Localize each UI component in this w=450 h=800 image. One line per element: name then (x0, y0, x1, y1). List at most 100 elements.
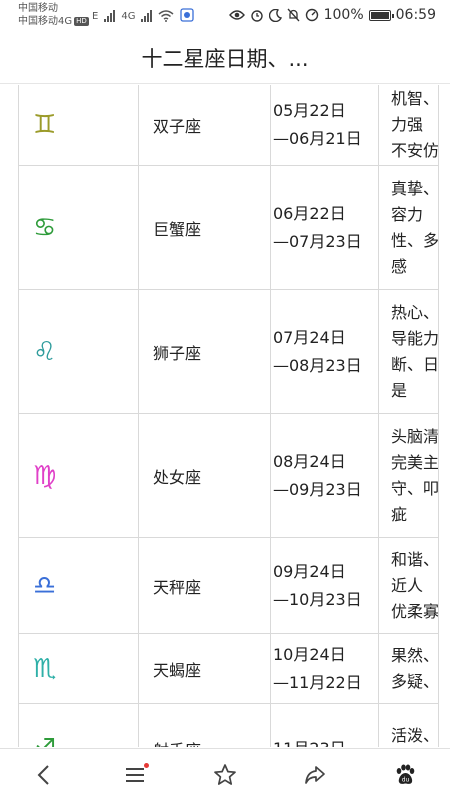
favorite-button[interactable] (205, 755, 245, 795)
wifi-icon (158, 10, 174, 22)
network-type-2: 4G (121, 11, 136, 22)
chevron-left-icon (37, 764, 49, 785)
zodiac-traits-cell: 头脑清 完美主 守、叩疵 (378, 413, 439, 538)
zodiac-traits-cell: 热心、 导能力 断、日是 (378, 289, 439, 414)
eye-icon (228, 10, 245, 20)
zodiac-name-cell: 天秤座 (138, 537, 271, 634)
page-title: 十二星座日期、... (141, 46, 309, 71)
zodiac-symbol-cell: ♋ (18, 165, 139, 290)
trait-line: 疵 (391, 504, 408, 524)
table-row: ♌ 狮子座 07月24日 —08月23日 热心、 导能力 断、日是 (18, 289, 439, 414)
zodiac-symbol-cell: ♌ (18, 289, 139, 414)
trait-line: 多疑、 (391, 671, 439, 691)
trait-line: 热心、 (391, 302, 439, 322)
zodiac-date-cell: 10月24日 —11月22日 (270, 633, 379, 704)
speed-gauge-icon (305, 8, 318, 22)
star-icon (214, 763, 236, 785)
date-start: 08月24日 (273, 451, 346, 471)
date-start: 11月23日 (273, 735, 378, 748)
table-row: ♋ 巨蟹座 06月22日 —07月23日 真挚、 容力 性、多感 (18, 165, 439, 290)
zodiac-date-cell: 06月22日 —07月23日 (270, 165, 379, 290)
trait-line: 性、多 (391, 230, 439, 250)
trait-line: 完美主 (391, 452, 439, 472)
zodiac-table-container[interactable]: ♊ 双子座 05月22日 —06月21日 机智、 力强 不安仿 ♋ 巨蟹座 06月22日 —07月2… (18, 85, 450, 747)
zodiac-symbol-cell: ♎ (18, 537, 139, 634)
trait-line: 优柔寡 (391, 601, 439, 621)
zodiac-date-cell: 11月23日 (270, 703, 379, 748)
date-start: 09月24日 (273, 561, 346, 581)
menu-button[interactable] (115, 755, 155, 795)
zodiac-symbol-icon: ♌ (33, 336, 57, 367)
zodiac-date-cell: 07月24日 —08月23日 (270, 289, 379, 414)
table-row: ♐ 射手座11月23日活泼、开明 (18, 703, 439, 748)
svg-text:du: du (402, 776, 410, 783)
zodiac-name-cell: 射手座 (138, 703, 271, 747)
zodiac-symbol-cell: ♐ (18, 703, 139, 748)
zodiac-symbol-cell: ♊ (18, 85, 139, 166)
trait-line: 守、叩 (391, 478, 439, 498)
share-icon (305, 765, 325, 784)
date-end: —06月21日 (273, 128, 362, 148)
zodiac-date-cell: 09月24日 —10月23日 (270, 537, 379, 634)
zodiac-symbol-icon: ♋ (33, 212, 57, 243)
date-start: 05月22日 (273, 100, 346, 120)
date-end: —11月22日 (273, 672, 362, 692)
battery-percent: 100% (323, 7, 364, 23)
date-end: —10月23日 (273, 589, 362, 609)
carrier-info: 中国移动 中国移动4G HD (18, 2, 89, 28)
back-button[interactable] (25, 755, 65, 795)
date-start: 06月22日 (273, 203, 346, 223)
zodiac-date-cell: 05月22日 —06月21日 (270, 85, 379, 166)
date-start: 10月24日 (273, 644, 346, 664)
clock-time: 06:59 (395, 7, 436, 23)
network-type-1: E (92, 11, 99, 22)
trait-line: 不安仿 (391, 140, 439, 160)
status-right: 100% 06:59 (228, 7, 436, 23)
table-row: ♍ 处女座 08月24日 —09月23日 头脑清 完美主 守、叩疵 (18, 413, 439, 538)
trait-line: 感 (391, 256, 408, 276)
signal-indicators: E 4G (92, 8, 195, 22)
table-row: ♎ 天秤座 09月24日 —10月23日 和谐、 近人 优柔寡 (18, 537, 439, 634)
trait-line: 是 (391, 380, 408, 400)
zodiac-symbol-cell: ♏ (18, 633, 139, 704)
zodiac-symbol-icon: ♊ (33, 109, 57, 140)
zodiac-traits-cell: 机智、 力强 不安仿 (378, 85, 439, 166)
trait-line: 近人 (391, 575, 424, 595)
baidu-paw-icon: du (396, 764, 415, 784)
zodiac-symbol-cell: ♍ (18, 413, 139, 538)
zodiac-traits-cell: 和谐、 近人 优柔寡 (378, 537, 439, 634)
signal-1-icon (104, 10, 116, 22)
zodiac-name-cell: 双子座 (138, 85, 271, 166)
baidu-button[interactable]: du (385, 755, 425, 795)
carrier-2: 中国移动4G (18, 16, 73, 27)
zodiac-symbol-icon: ♏ (33, 653, 57, 684)
table-row: ♏ 天蝎座 10月24日 —11月22日 果然、 多疑、 (18, 633, 439, 704)
trait-line: 机智、 (391, 88, 439, 108)
trait-line: 导能力 (391, 328, 439, 348)
app-notification-icon (180, 8, 195, 22)
trait-line: 真挚、 (391, 178, 439, 198)
zodiac-table: ♊ 双子座 05月22日 —06月21日 机智、 力强 不安仿 ♋ 巨蟹座 06月22日 —07月2… (18, 85, 439, 747)
trait-line: 果然、 (391, 645, 439, 665)
trait-line: 和谐、 (391, 549, 439, 569)
zodiac-symbol-icon: ♎ (33, 570, 57, 601)
battery-icon (368, 9, 394, 21)
zodiac-name-cell: 处女座 (138, 413, 271, 538)
date-end: —07月23日 (273, 231, 362, 251)
trait-line: 力强 (391, 114, 424, 134)
mute-bell-icon (287, 8, 300, 22)
alarm-icon (250, 10, 263, 22)
share-button[interactable] (295, 755, 335, 795)
date-end: —09月23日 (273, 479, 362, 499)
title-bar: 十二星座日期、... (0, 32, 450, 84)
date-end: —08月23日 (273, 355, 362, 375)
status-bar: 中国移动 中国移动4G HD E 4G 100% 06:59 (0, 0, 450, 32)
moon-icon (268, 8, 282, 22)
zodiac-date-cell: 08月24日 —09月23日 (270, 413, 379, 538)
date-start: 07月24日 (273, 327, 346, 347)
zodiac-traits-cell: 果然、 多疑、 (378, 633, 439, 704)
bottom-nav: du (0, 748, 450, 800)
zodiac-symbol-icon: ♐ (33, 734, 56, 748)
trait-line: 活泼、 (391, 725, 439, 745)
signal-2-icon (141, 10, 153, 22)
